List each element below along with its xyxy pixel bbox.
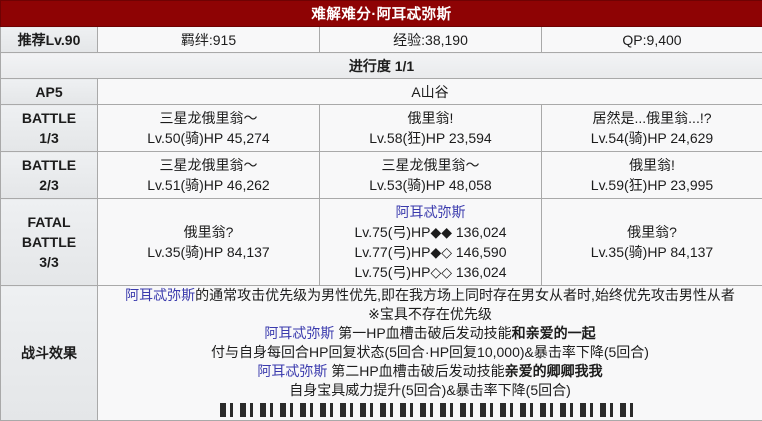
progress-label: 进行度 1/1 (1, 53, 762, 79)
effect-text: 第一HP血槽击破后发动技能 (334, 325, 511, 341)
battle-word: BATTLE (1, 155, 97, 175)
servant-link-artemis[interactable]: 阿耳忒弥斯 (396, 204, 466, 220)
quest-title-row: 难解难分·阿耳忒弥斯 (1, 1, 762, 27)
enemy-name: 三星龙俄里翁～ (100, 108, 317, 128)
battle-label-1: BATTLE 1/3 (1, 105, 98, 152)
servant-link-artemis[interactable]: 阿耳忒弥斯 (264, 325, 334, 341)
recommended-level: 推荐Lv.90 (1, 27, 98, 53)
effect-text: 的通常攻击优先级为男性优先,即在我方场上同时存在男女从者时,始终优先攻击男性从者 (195, 287, 735, 303)
boss-cell: 阿耳忒弥斯 Lv.75(弓)HP◆◆ 136,024 Lv.77(弓)HP◆◇ … (320, 199, 542, 286)
battle-round: 1/3 (1, 128, 97, 148)
enemy-name: 俄里翁? (544, 222, 760, 242)
ap-cost: AP5 (1, 79, 98, 105)
clipped-text-fragment (220, 403, 640, 417)
enemy-stats: Lv.51(骑)HP 46,262 (100, 175, 317, 195)
effect-line-6: 自身宝具威力提升(5回合)&暴击率下降(5回合) (98, 381, 762, 400)
enemy-stats: Lv.35(骑)HP 84,137 (544, 242, 760, 262)
enemy-cell: 俄里翁? Lv.35(骑)HP 84,137 (98, 199, 320, 286)
servant-link-artemis[interactable]: 阿耳忒弥斯 (257, 363, 327, 379)
skill-name: 和亲爱的一起 (512, 325, 596, 341)
effects-content: 阿耳忒弥斯的通常攻击优先级为男性优先,即在我方场上同时存在男女从者时,始终优先攻… (98, 286, 762, 421)
enemy-cell: 居然是...俄里翁...!? Lv.54(骑)HP 24,629 (542, 105, 762, 152)
effect-line-4: 付与自身每回合HP回复状态(5回合·HP回复10,000)&暴击率下降(5回合) (98, 343, 762, 362)
enemy-cell: 三星龙俄里翁～ Lv.53(骑)HP 48,058 (320, 152, 542, 199)
enemy-name: 三星龙俄里翁～ (100, 155, 317, 175)
effect-line-2: ※宝具不存在优先级 (98, 305, 762, 324)
battle-round: 3/3 (1, 252, 97, 272)
enemy-name: 三星龙俄里翁～ (322, 155, 539, 175)
enemy-stats: Lv.54(骑)HP 24,629 (544, 128, 760, 148)
enemy-stats: Lv.50(骑)HP 45,274 (100, 128, 317, 148)
battle-label-2: BATTLE 2/3 (1, 152, 98, 199)
enemy-cell: 俄里翁! Lv.58(狂)HP 23,594 (320, 105, 542, 152)
clipped-text-row (98, 403, 762, 420)
ap-row: AP5 A山谷 (1, 79, 762, 105)
enemy-stats: Lv.59(狂)HP 23,995 (544, 175, 760, 195)
servant-link-artemis[interactable]: 阿耳忒弥斯 (125, 287, 195, 303)
battle-row-3: FATAL BATTLE 3/3 俄里翁? Lv.35(骑)HP 84,137 … (1, 199, 762, 286)
boss-hp-bar-1: Lv.75(弓)HP◆◆ 136,024 (322, 222, 539, 242)
effect-line-5: 阿耳忒弥斯 第二HP血槽击破后发动技能亲爱的卿卿我我 (98, 362, 762, 381)
quest-title: 难解难分·阿耳忒弥斯 (1, 1, 762, 27)
exp-value: 经验:38,190 (320, 27, 542, 53)
battle-word: BATTLE (1, 108, 97, 128)
summary-row: 推荐Lv.90 羁绊:915 经验:38,190 QP:9,400 (1, 27, 762, 53)
battle-row-1: BATTLE 1/3 三星龙俄里翁～ Lv.50(骑)HP 45,274 俄里翁… (1, 105, 762, 152)
effect-line-3: 阿耳忒弥斯 第一HP血槽击破后发动技能和亲爱的一起 (98, 324, 762, 343)
quest-table: 难解难分·阿耳忒弥斯 推荐Lv.90 羁绊:915 经验:38,190 QP:9… (0, 0, 762, 421)
enemy-stats: Lv.58(狂)HP 23,594 (322, 128, 539, 148)
enemy-stats: Lv.53(骑)HP 48,058 (322, 175, 539, 195)
battle-word: FATAL BATTLE (1, 212, 97, 252)
skill-name: 亲爱的卿卿我我 (505, 363, 603, 379)
effects-row: 战斗效果 阿耳忒弥斯的通常攻击优先级为男性优先,即在我方场上同时存在男女从者时,… (1, 286, 762, 421)
battle-round: 2/3 (1, 175, 97, 195)
effect-text: 第二HP血槽击破后发动技能 (327, 363, 504, 379)
enemy-name: 俄里翁! (544, 155, 760, 175)
qp-value: QP:9,400 (542, 27, 762, 53)
quest-location: A山谷 (98, 79, 762, 105)
enemy-cell: 俄里翁! Lv.59(狂)HP 23,995 (542, 152, 762, 199)
battle-row-2: BATTLE 2/3 三星龙俄里翁～ Lv.51(骑)HP 46,262 三星龙… (1, 152, 762, 199)
enemy-name: 俄里翁? (100, 222, 317, 242)
enemy-name: 居然是...俄里翁...!? (544, 108, 760, 128)
effects-label: 战斗效果 (1, 286, 98, 421)
progress-row: 进行度 1/1 (1, 53, 762, 79)
bond-value: 羁绊:915 (98, 27, 320, 53)
battle-label-3: FATAL BATTLE 3/3 (1, 199, 98, 286)
enemy-cell: 三星龙俄里翁～ Lv.50(骑)HP 45,274 (98, 105, 320, 152)
boss-hp-bar-2: Lv.77(弓)HP◆◇ 146,590 (322, 242, 539, 262)
enemy-name: 俄里翁! (322, 108, 539, 128)
effect-line-1: 阿耳忒弥斯的通常攻击优先级为男性优先,即在我方场上同时存在男女从者时,始终优先攻… (98, 286, 762, 305)
boss-hp-bar-3: Lv.75(弓)HP◇◇ 136,024 (322, 262, 539, 282)
enemy-cell: 三星龙俄里翁～ Lv.51(骑)HP 46,262 (98, 152, 320, 199)
enemy-cell: 俄里翁? Lv.35(骑)HP 84,137 (542, 199, 762, 286)
enemy-stats: Lv.35(骑)HP 84,137 (100, 242, 317, 262)
